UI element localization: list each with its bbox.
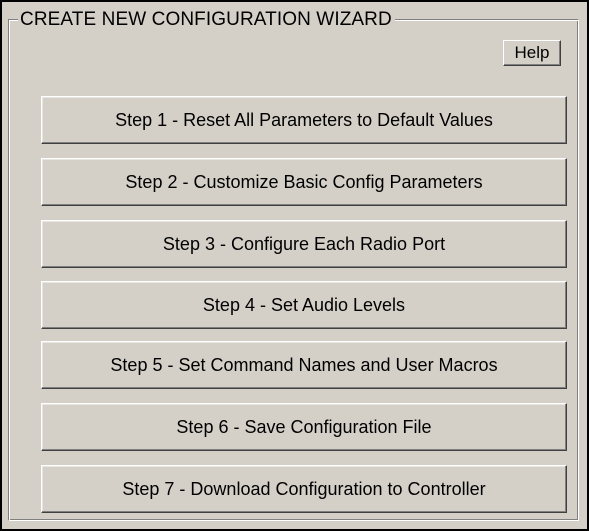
help-button[interactable]: Help — [503, 40, 561, 66]
wizard-window: CREATE NEW CONFIGURATION WIZARD Help Ste… — [0, 0, 589, 531]
step-5-button[interactable]: Step 5 - Set Command Names and User Macr… — [41, 341, 567, 389]
step-7-button[interactable]: Step 7 - Download Configuration to Contr… — [41, 465, 567, 513]
step-3-button[interactable]: Step 3 - Configure Each Radio Port — [41, 220, 567, 268]
step-6-button[interactable]: Step 6 - Save Configuration File — [41, 403, 567, 451]
step-2-button[interactable]: Step 2 - Customize Basic Config Paramete… — [41, 158, 567, 206]
step-1-button[interactable]: Step 1 - Reset All Parameters to Default… — [41, 96, 567, 144]
step-4-button[interactable]: Step 4 - Set Audio Levels — [41, 281, 567, 329]
wizard-title: CREATE NEW CONFIGURATION WIZARD — [18, 10, 395, 30]
